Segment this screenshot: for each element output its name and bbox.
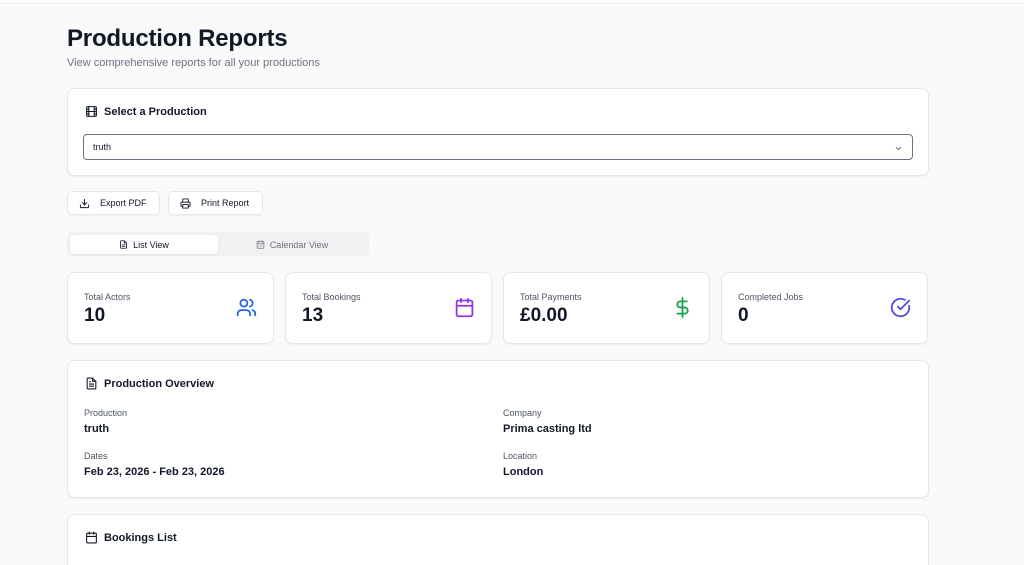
page-subtitle: View comprehensive reports for all your … — [67, 57, 320, 69]
select-production-card: Select a Production truth — [67, 88, 929, 176]
dollar-icon — [676, 297, 689, 318]
stat-value: 0 — [738, 305, 749, 326]
printer-icon — [180, 197, 191, 209]
company-value: Prima casting ltd — [503, 423, 592, 435]
production-overview-card: Production Overview Production truth Com… — [67, 360, 929, 498]
print-report-label: Print Report — [201, 198, 250, 208]
users-icon — [236, 298, 257, 317]
chevron-down-icon — [895, 146, 902, 151]
check-circle-icon — [890, 297, 911, 318]
stat-label: Total Bookings — [302, 292, 361, 302]
file-text-icon — [120, 240, 127, 249]
tab-list-view[interactable]: List View — [70, 235, 218, 254]
location-label: Location — [503, 451, 538, 461]
calendar-icon — [256, 240, 265, 249]
stat-card-total-actors: Total Actors 10 — [67, 272, 274, 344]
select-production-header: Select a Production — [85, 105, 207, 118]
export-pdf-button[interactable]: Export PDF — [67, 191, 160, 215]
file-text-icon — [85, 377, 98, 390]
dates-value: Feb 23, 2026 - Feb 23, 2026 — [84, 466, 225, 478]
bookings-list-card: Bookings List — [67, 514, 929, 565]
stat-card-completed-jobs: Completed Jobs 0 — [721, 272, 928, 344]
stat-label: Total Payments — [520, 292, 582, 302]
stat-value: £0.00 — [520, 305, 568, 326]
export-pdf-label: Export PDF — [100, 198, 147, 208]
select-production-title: Select a Production — [104, 105, 207, 118]
top-bar — [0, 0, 1024, 4]
bookings-list-header: Bookings List — [85, 531, 177, 544]
download-icon — [79, 198, 90, 208]
calendar-icon — [455, 297, 474, 318]
stat-label: Completed Jobs — [738, 292, 804, 302]
tab-calendar-view-label: Calendar View — [269, 239, 329, 250]
page-title: Production Reports — [67, 25, 288, 52]
calendar-icon — [85, 531, 98, 544]
production-overview-title: Production Overview — [104, 377, 215, 390]
bookings-list-title: Bookings List — [104, 531, 177, 544]
stat-card-total-payments: Total Payments £0.00 — [503, 272, 710, 344]
film-icon — [85, 105, 98, 118]
location-value: London — [503, 466, 544, 478]
view-tabs: List View Calendar View — [67, 232, 369, 256]
production-select-value: truth — [93, 142, 112, 152]
dates-label: Dates — [84, 451, 108, 461]
tab-list-view-label: List View — [133, 239, 169, 250]
production-overview-header: Production Overview — [85, 377, 214, 390]
print-report-button[interactable]: Print Report — [168, 191, 263, 215]
production-label: Production — [84, 408, 128, 418]
stat-value: 13 — [302, 305, 324, 326]
stat-card-total-bookings: Total Bookings 13 — [285, 272, 492, 344]
production-select[interactable]: truth — [83, 134, 913, 160]
production-value: truth — [84, 423, 110, 435]
tab-calendar-view[interactable]: Calendar View — [218, 235, 366, 254]
company-label: Company — [503, 408, 542, 418]
stat-label: Total Actors — [84, 292, 131, 302]
stat-value: 10 — [84, 305, 106, 326]
